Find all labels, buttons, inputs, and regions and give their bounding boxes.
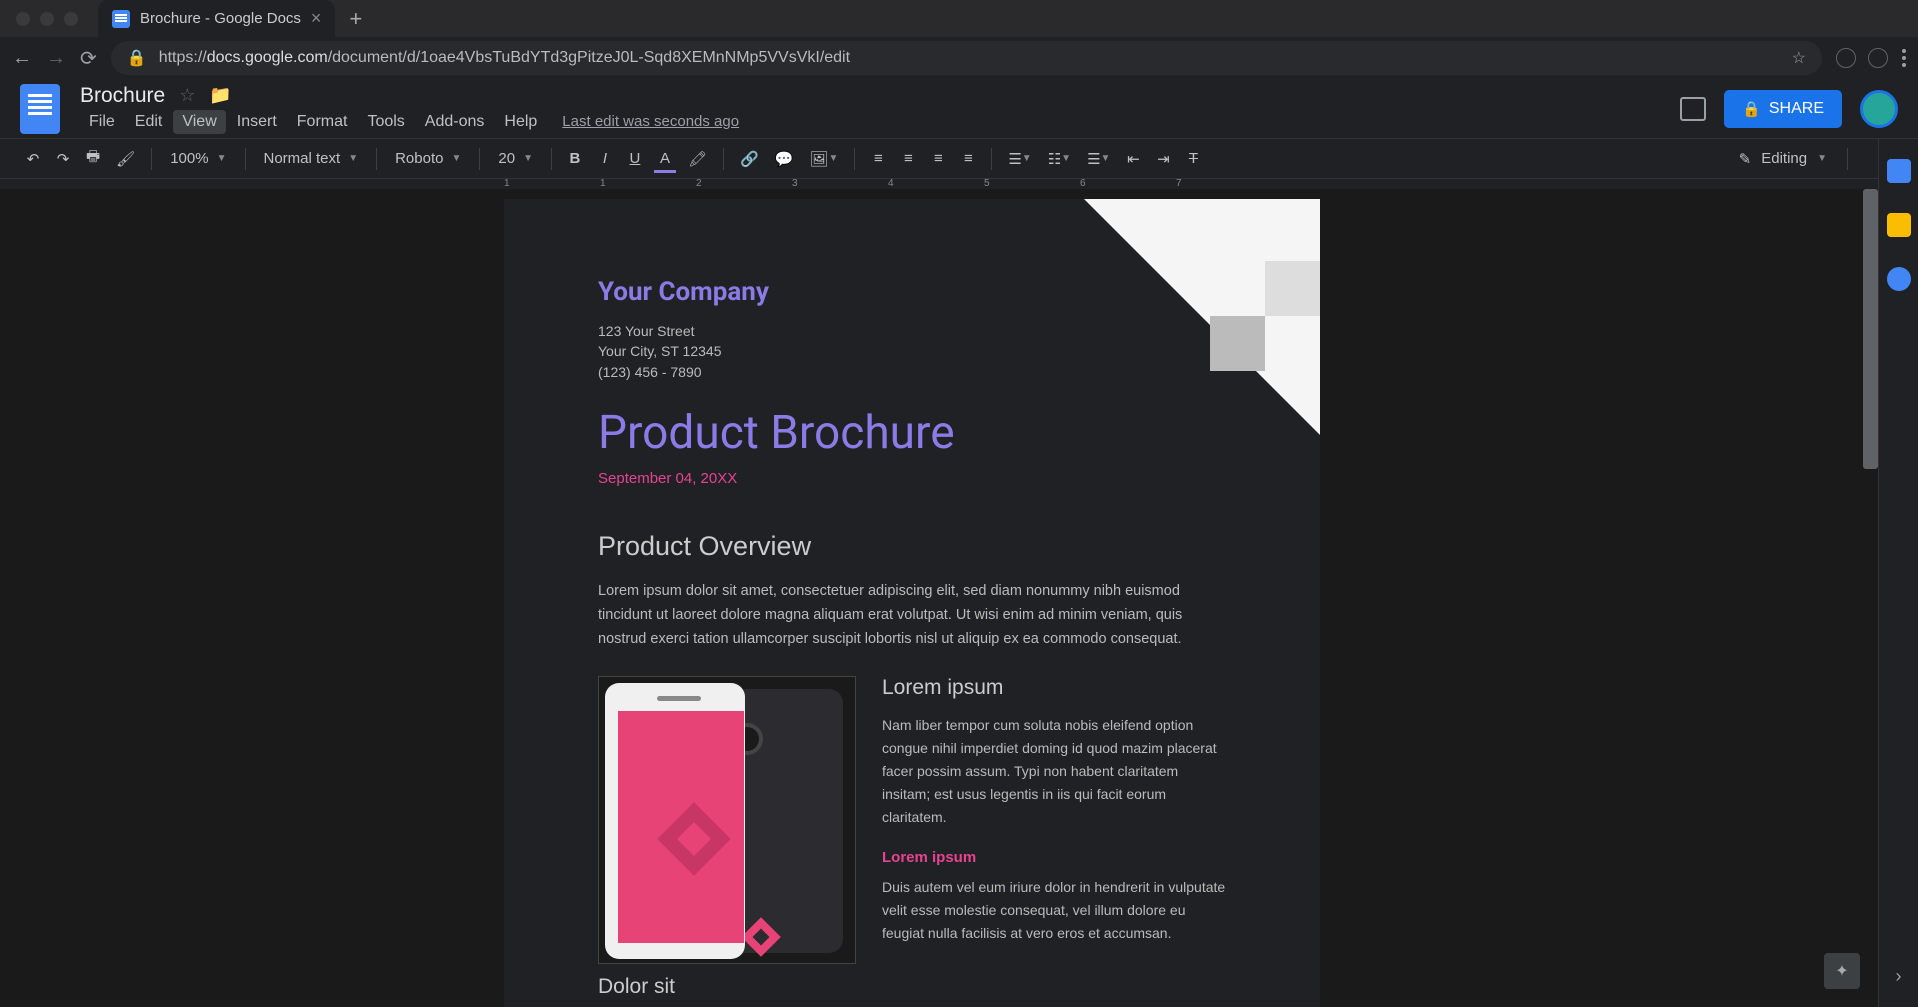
section3-body[interactable]: Duis autem vel eum iriure dolor in hendr…	[882, 876, 1226, 945]
align-center-button[interactable]: ≡	[895, 144, 921, 173]
close-window-button[interactable]	[16, 12, 30, 26]
browser-menu-button[interactable]	[1902, 49, 1906, 67]
paragraph-style-select[interactable]: Normal text▼	[256, 150, 367, 167]
forward-button[interactable]: →	[46, 47, 66, 70]
decrease-indent-button[interactable]: ⇤	[1120, 144, 1146, 174]
line-spacing-button[interactable]: ☰▼	[1002, 144, 1037, 174]
brochure-date[interactable]: September 04, 20XX	[598, 470, 1226, 487]
maximize-window-button[interactable]	[64, 12, 78, 26]
clear-formatting-button[interactable]: T	[1180, 144, 1206, 173]
redo-button[interactable]: ↷	[50, 144, 76, 174]
reload-button[interactable]: ⟳	[80, 46, 97, 71]
menu-view[interactable]: View	[173, 110, 225, 134]
extension-icon-1[interactable]	[1836, 48, 1856, 68]
hide-side-panel-button[interactable]: ›	[1896, 966, 1902, 987]
share-button[interactable]: 🔒 SHARE	[1724, 90, 1842, 128]
address-bar[interactable]: 🔒 https://docs.google.com/document/d/1oa…	[111, 41, 1822, 75]
lock-icon: 🔒	[127, 48, 147, 68]
back-button[interactable]: ←	[12, 47, 32, 70]
document-title[interactable]: Brochure	[80, 84, 165, 108]
star-icon[interactable]: ☆	[179, 85, 195, 106]
section4-heading[interactable]: Dolor sit	[598, 975, 1226, 999]
insert-comment-button[interactable]: 💬	[769, 144, 800, 174]
side-panel: ›	[1878, 139, 1918, 1007]
increase-indent-button[interactable]: ⇥	[1150, 144, 1176, 174]
comments-icon[interactable]	[1680, 97, 1706, 121]
docs-logo-icon[interactable]	[20, 84, 60, 134]
menu-file[interactable]: File	[80, 110, 124, 134]
section2-body[interactable]: Nam liber tempor cum soluta nobis eleife…	[882, 714, 1226, 829]
new-tab-button[interactable]: +	[349, 6, 362, 32]
menu-edit[interactable]: Edit	[126, 110, 172, 134]
calendar-addon-icon[interactable]	[1887, 159, 1911, 183]
browser-tab[interactable]: Brochure - Google Docs ×	[98, 0, 335, 37]
extension-icons	[1836, 48, 1888, 68]
url-text: https://docs.google.com/document/d/1oae4…	[159, 49, 1780, 67]
document-page[interactable]: Your Company 123 Your Street Your City, …	[504, 199, 1320, 1007]
italic-button[interactable]: I	[592, 144, 618, 173]
brochure-title[interactable]: Product Brochure	[598, 406, 1226, 460]
font-select[interactable]: Roboto▼	[387, 150, 469, 167]
section3-heading[interactable]: Lorem ipsum	[882, 849, 1226, 866]
editing-mode-select[interactable]: ✎ Editing ▼	[1729, 150, 1837, 168]
section2-heading[interactable]: Lorem ipsum	[882, 676, 1226, 700]
insert-image-button[interactable]: 🖼▼	[803, 144, 844, 174]
formatting-toolbar: ↶ ↷ 🖶 🖌 100%▼ Normal text▼ Roboto▼ 20▼ B…	[0, 139, 1918, 179]
browser-tab-strip: Brochure - Google Docs × +	[0, 0, 1918, 37]
explore-button[interactable]: ✦	[1824, 953, 1860, 989]
company-name[interactable]: Your Company	[598, 277, 1226, 307]
underline-button[interactable]: U	[622, 144, 648, 173]
bulleted-list-button[interactable]: ☰▼	[1081, 144, 1116, 174]
menu-addons[interactable]: Add-ons	[416, 110, 494, 134]
company-address[interactable]: 123 Your Street Your City, ST 12345 (123…	[598, 321, 1226, 382]
undo-button[interactable]: ↶	[20, 144, 46, 174]
docs-header: Brochure ☆ 📁 File Edit View Insert Forma…	[0, 79, 1918, 139]
menu-insert[interactable]: Insert	[228, 110, 286, 134]
menu-format[interactable]: Format	[288, 110, 357, 134]
keep-addon-icon[interactable]	[1887, 213, 1911, 237]
move-folder-icon[interactable]: 📁	[209, 85, 231, 106]
align-left-button[interactable]: ≡	[865, 144, 891, 173]
zoom-select[interactable]: 100%▼	[162, 150, 234, 167]
share-label: SHARE	[1769, 100, 1824, 118]
paint-format-button[interactable]: 🖌	[110, 144, 141, 174]
document-canvas[interactable]: Your Company 123 Your Street Your City, …	[0, 189, 1878, 1007]
tasks-addon-icon[interactable]	[1887, 267, 1911, 291]
vertical-scrollbar[interactable]	[1863, 189, 1878, 469]
product-image[interactable]	[598, 676, 856, 964]
horizontal-ruler[interactable]: 11234567	[0, 179, 1878, 189]
close-tab-icon[interactable]: ×	[311, 8, 322, 29]
share-lock-icon: 🔒	[1742, 100, 1761, 118]
docs-favicon-icon	[112, 10, 130, 28]
overview-heading[interactable]: Product Overview	[598, 531, 1226, 562]
align-right-button[interactable]: ≡	[925, 144, 951, 173]
browser-toolbar: ← → ⟳ 🔒 https://docs.google.com/document…	[0, 37, 1918, 79]
account-avatar[interactable]	[1860, 90, 1898, 128]
align-justify-button[interactable]: ≡	[955, 144, 981, 173]
insert-link-button[interactable]: 🔗	[734, 144, 765, 174]
tab-title: Brochure - Google Docs	[140, 10, 301, 27]
bookmark-star-icon[interactable]: ☆	[1792, 48, 1806, 68]
highlight-button[interactable]: 🖍	[682, 144, 713, 174]
extension-icon-2[interactable]	[1868, 48, 1888, 68]
pencil-icon: ✎	[1739, 150, 1752, 168]
overview-body[interactable]: Lorem ipsum dolor sit amet, consectetuer…	[598, 580, 1226, 652]
print-button[interactable]: 🖶	[80, 140, 106, 177]
window-traffic-lights	[16, 12, 78, 26]
text-color-button[interactable]: A	[652, 144, 678, 173]
menu-help[interactable]: Help	[495, 110, 546, 134]
font-size-select[interactable]: 20▼	[490, 150, 541, 167]
last-edit-link[interactable]: Last edit was seconds ago	[562, 113, 739, 130]
menu-tools[interactable]: Tools	[358, 110, 413, 134]
menu-bar: File Edit View Insert Format Tools Add-o…	[80, 110, 1680, 134]
minimize-window-button[interactable]	[40, 12, 54, 26]
numbered-list-button[interactable]: ☷▼	[1042, 144, 1077, 174]
bold-button[interactable]: B	[562, 144, 588, 173]
